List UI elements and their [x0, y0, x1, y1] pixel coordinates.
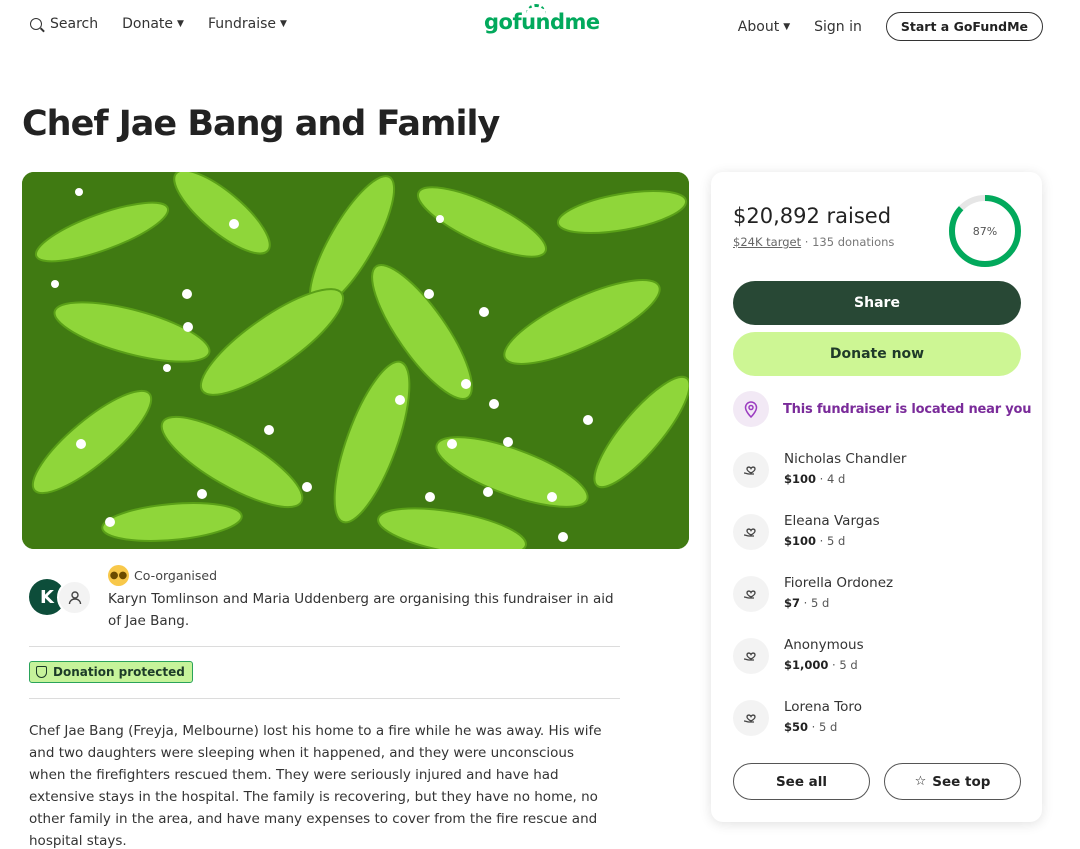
chevron-down-icon: ▼ — [177, 19, 184, 29]
sign-in-label: Sign in — [814, 18, 862, 35]
donor-name: Lorena Toro — [784, 699, 862, 715]
donate-menu[interactable]: Donate ▼ — [122, 16, 184, 32]
donor-name: Nicholas Chandler — [784, 451, 907, 467]
location-notice[interactable]: This fundraiser is located near you — [733, 391, 1032, 427]
donation-amount: $7 — [784, 596, 801, 610]
heart-hand-icon — [733, 514, 769, 550]
donation-item: Anonymous $1,000 · 5 d — [733, 634, 1021, 696]
search-icon — [30, 18, 42, 30]
donation-amount: $1,000 — [784, 658, 829, 672]
progress-percent: 87% — [973, 225, 997, 238]
star-icon: ☆ — [914, 774, 927, 789]
fundraise-menu[interactable]: Fundraise ▼ — [208, 16, 287, 32]
heart-hand-icon — [733, 700, 769, 736]
nav-left: Search Donate ▼ Fundraise ▼ — [30, 16, 311, 32]
fundraiser-story: Chef Jae Bang (Freyja, Melbourne) lost h… — [29, 723, 602, 849]
amount-raised: $20,892 raised — [733, 204, 892, 228]
donation-amount: $50 — [784, 720, 809, 734]
see-top-button[interactable]: ☆ See top — [884, 763, 1021, 800]
group-icon: ●● — [108, 565, 129, 586]
heart-hand-icon — [733, 576, 769, 612]
organizers-description: Karyn Tomlinson and Maria Uddenberg are … — [108, 591, 614, 629]
donor-name: Eleana Vargas — [784, 513, 880, 529]
co-organised-badge: ●● Co-organised — [108, 565, 217, 586]
donation-meta: $100 · 4 d — [784, 472, 845, 486]
person-icon[interactable] — [57, 580, 92, 615]
page-title: Chef Jae Bang and Family — [22, 104, 500, 144]
fundraise-menu-label: Fundraise — [207, 16, 276, 32]
donation-item: Fiorella Ordonez $7 · 5 d — [733, 572, 1021, 634]
donation-amount: $100 — [784, 472, 817, 486]
donation-card: $20,892 raised $24K target · 135 donatio… — [711, 172, 1042, 822]
nav-right: About ▼ Sign in Start a GoFundMe — [738, 12, 1043, 41]
divider — [29, 698, 620, 699]
recent-donations-list: Nicholas Chandler $100 · 4 d Eleana Varg… — [733, 448, 1021, 758]
search-label: Search — [50, 16, 99, 32]
heart-hand-icon — [733, 452, 769, 488]
donation-item: Nicholas Chandler $100 · 4 d — [733, 448, 1021, 510]
see-all-button[interactable]: See all — [733, 763, 870, 800]
chevron-down-icon: ▼ — [783, 21, 791, 32]
location-notice-label: This fundraiser is located near you — [783, 401, 1032, 417]
co-organised-label: Co-organised — [134, 568, 218, 583]
donation-time: · 5 d — [800, 596, 830, 610]
hero-photo-leaves — [22, 172, 689, 549]
see-top-label: See top — [932, 773, 991, 790]
donate-now-button[interactable]: Donate now — [733, 332, 1021, 376]
about-menu-label: About — [737, 18, 780, 35]
donation-meta: $50 · 5 d — [784, 720, 837, 734]
donation-item: Lorena Toro $50 · 5 d — [733, 696, 1021, 758]
shield-icon — [36, 666, 47, 678]
donation-time: · 5 d — [808, 720, 838, 734]
donation-protected-label: Donation protected — [53, 665, 185, 679]
about-menu[interactable]: About ▼ — [738, 19, 790, 35]
donation-amount: $100 — [784, 534, 817, 548]
donation-meta: $7 · 5 d — [784, 596, 829, 610]
location-pin-icon — [733, 391, 769, 427]
heart-hand-icon — [733, 638, 769, 674]
progress-ring: 87% — [949, 195, 1021, 267]
target-link[interactable]: $24K target — [733, 235, 801, 249]
share-button[interactable]: Share — [733, 281, 1021, 325]
chevron-down-icon: ▼ — [280, 19, 287, 29]
top-navigation: Search Donate ▼ Fundraise ▼ gofundme Abo… — [0, 0, 1080, 52]
divider — [29, 646, 620, 647]
donation-meta: $100 · 5 d — [784, 534, 845, 548]
gofundme-logo[interactable]: gofundme — [484, 4, 600, 34]
sign-in-link[interactable]: Sign in — [814, 19, 862, 35]
donation-meta: $1,000 · 5 d — [784, 658, 858, 672]
donation-item: Eleana Vargas $100 · 5 d — [733, 510, 1021, 572]
start-gofundme-button[interactable]: Start a GoFundMe — [885, 12, 1043, 41]
donation-count: 135 donations — [812, 235, 895, 249]
fundraiser-hero-image[interactable] — [22, 172, 689, 549]
separator: · — [804, 235, 809, 249]
logo-sun-mark — [526, 4, 546, 14]
donor-name: Anonymous — [784, 637, 864, 653]
donate-menu-label: Donate — [122, 16, 174, 32]
donor-name: Fiorella Ordonez — [784, 575, 894, 591]
donation-time: · 4 d — [816, 472, 846, 486]
donation-time: · 5 d — [828, 658, 858, 672]
search-link[interactable]: Search — [30, 16, 98, 32]
raised-subtext: $24K target · 135 donations — [733, 235, 894, 249]
donation-time: · 5 d — [816, 534, 846, 548]
donation-protected-badge[interactable]: Donation protected — [29, 661, 193, 683]
